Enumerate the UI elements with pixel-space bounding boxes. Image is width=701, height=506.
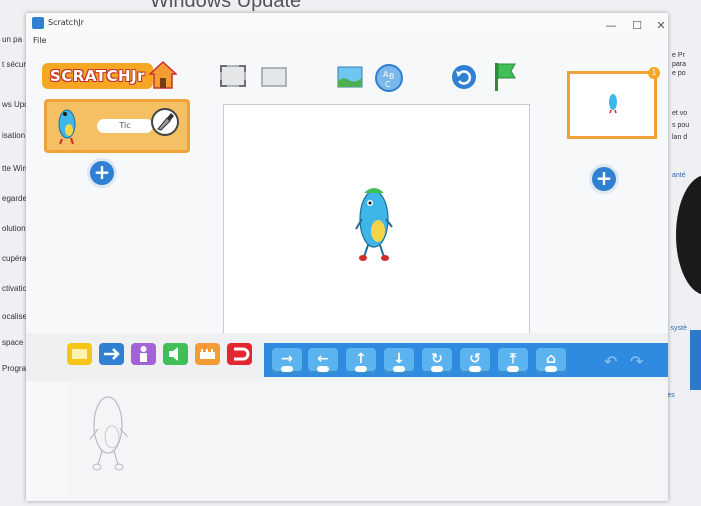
move-left-block[interactable]: ← bbox=[308, 348, 338, 374]
paintbrush-icon bbox=[157, 113, 174, 131]
turn-right-block[interactable]: ↻ bbox=[422, 348, 452, 374]
page-number-badge: 1 bbox=[648, 67, 660, 79]
move-left-icon: ← bbox=[317, 351, 329, 367]
background-picker-icon[interactable] bbox=[337, 66, 363, 88]
move-down-block[interactable]: ↓ bbox=[384, 348, 414, 374]
title-bar: ScratchJr — ☐ ✕ bbox=[26, 13, 668, 35]
green-flag-icon[interactable] bbox=[492, 61, 518, 93]
move-up-icon: ↑ bbox=[355, 351, 367, 367]
move-up-block[interactable]: ↑ bbox=[346, 348, 376, 374]
background-right-text: e Pr bbox=[672, 52, 685, 59]
sprite-on-stage[interactable] bbox=[352, 185, 396, 261]
go-home-block[interactable]: ⌂ bbox=[536, 348, 566, 374]
speaker-icon bbox=[169, 347, 178, 361]
background-window-title: Windows Update bbox=[150, 0, 302, 12]
background-right-text: lan d bbox=[672, 134, 688, 141]
paint-editor-button[interactable] bbox=[151, 108, 179, 136]
page-sprite-mini bbox=[609, 94, 617, 114]
page-thumbnail[interactable]: 1 bbox=[567, 67, 660, 139]
fullscreen-icon[interactable] bbox=[218, 63, 248, 89]
grid-icon[interactable] bbox=[259, 65, 289, 89]
move-down-icon: ↓ bbox=[393, 351, 405, 367]
app-icon bbox=[32, 17, 44, 29]
category-control-button[interactable] bbox=[195, 343, 220, 365]
minimize-button[interactable]: — bbox=[604, 19, 618, 32]
redo-icon[interactable]: ↷ bbox=[630, 352, 643, 371]
envelope-icon bbox=[72, 349, 87, 359]
background-right-text: e po bbox=[672, 70, 686, 77]
stage[interactable] bbox=[223, 104, 530, 335]
motion-blocks-strip: → ← ↑ ↓ ↻ ↺ ⤒ ⌂ ↶ ↷ bbox=[264, 343, 668, 377]
svg-text:C: C bbox=[385, 80, 391, 89]
add-page-button[interactable]: + bbox=[592, 167, 616, 191]
script-area[interactable] bbox=[66, 381, 668, 501]
scratchjr-logo: SCRATCHJr bbox=[42, 63, 154, 89]
home-icon[interactable] bbox=[149, 60, 177, 90]
turn-right-icon: ↻ bbox=[431, 351, 443, 367]
hop-icon: ⤒ bbox=[509, 351, 517, 367]
add-text-icon[interactable]: A B C bbox=[374, 63, 404, 93]
hop-block[interactable]: ⤒ bbox=[498, 348, 528, 374]
background-sidebar-item[interactable]: t sécur bbox=[2, 60, 26, 69]
background-sidebar-item[interactable]: ws Upd bbox=[2, 100, 29, 109]
category-sound-button[interactable] bbox=[163, 343, 188, 365]
person-icon bbox=[140, 346, 147, 362]
category-looks-button[interactable] bbox=[131, 343, 156, 365]
category-motion-button[interactable] bbox=[99, 343, 124, 365]
add-sprite-button[interactable]: + bbox=[90, 161, 114, 185]
category-end-button[interactable] bbox=[227, 343, 252, 365]
sprite-thumbnail bbox=[58, 109, 76, 145]
turn-left-block[interactable]: ↺ bbox=[460, 348, 490, 374]
background-right-text: et vo bbox=[672, 110, 688, 117]
sprite-name-field[interactable]: Tic bbox=[97, 119, 153, 133]
undo-icon[interactable]: ↶ bbox=[604, 352, 617, 371]
window-title: ScratchJr bbox=[48, 18, 84, 27]
sprite-card[interactable]: Tic bbox=[44, 99, 190, 153]
end-icon bbox=[234, 347, 250, 361]
control-icon bbox=[200, 349, 215, 359]
category-triggering-button[interactable] bbox=[67, 343, 92, 365]
move-right-icon: → bbox=[281, 351, 293, 367]
background-right-link[interactable]: anté bbox=[672, 172, 686, 179]
background-right-text: s pou bbox=[672, 122, 690, 129]
background-right-text: para bbox=[672, 61, 687, 68]
turn-left-icon: ↺ bbox=[469, 351, 481, 367]
maximize-button[interactable]: ☐ bbox=[630, 19, 644, 32]
go-home-icon: ⌂ bbox=[545, 351, 557, 367]
arrow-right-icon bbox=[104, 348, 120, 360]
menu-file[interactable]: File bbox=[33, 36, 46, 45]
move-right-block[interactable]: → bbox=[272, 348, 302, 374]
scratchjr-window: ScratchJr — ☐ ✕ File SCRATCHJr A B C Tic… bbox=[26, 13, 668, 501]
background-accent bbox=[690, 330, 701, 390]
dark-object bbox=[676, 175, 701, 295]
background-sidebar-item[interactable]: un pa bbox=[2, 35, 22, 44]
sprite-watermark bbox=[89, 396, 129, 471]
reset-characters-icon[interactable] bbox=[450, 63, 478, 91]
close-button[interactable]: ✕ bbox=[654, 19, 668, 32]
